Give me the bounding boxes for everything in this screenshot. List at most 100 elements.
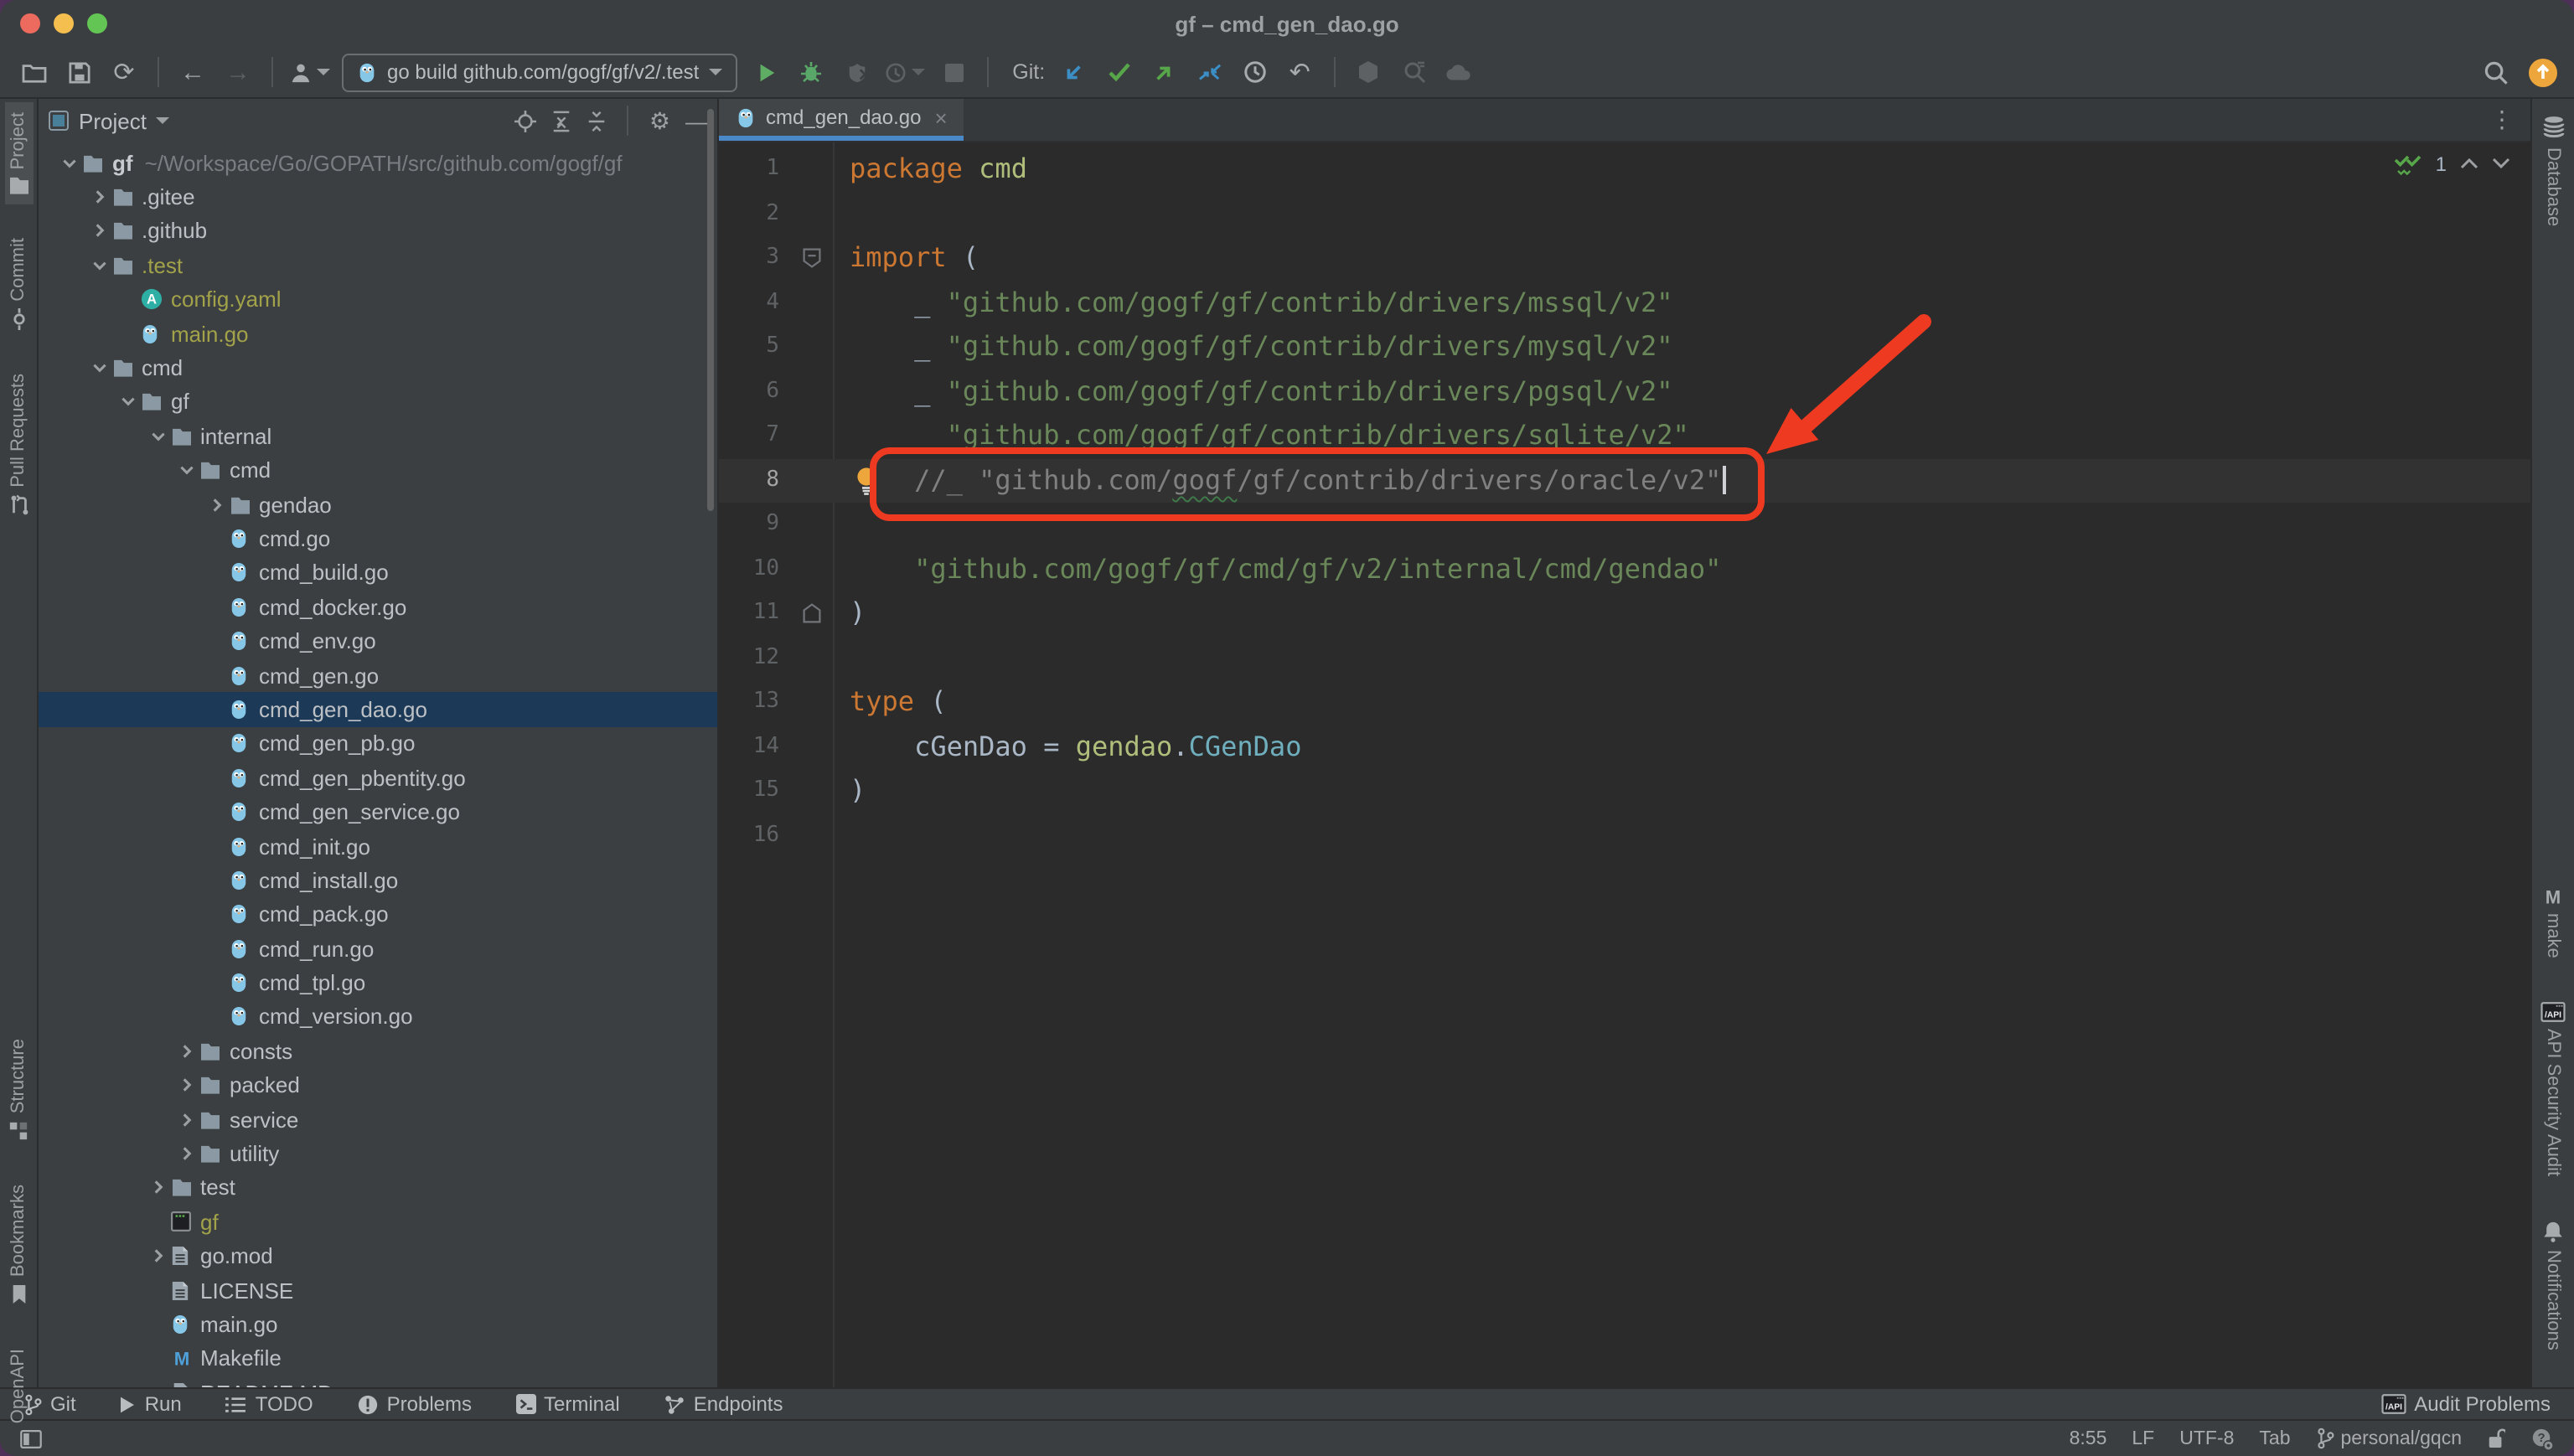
- code-line-7[interactable]: 7 _ "github.com/gogf/gf/contrib/drivers/…: [719, 414, 2530, 458]
- tool-window-button-todo[interactable]: TODO: [225, 1392, 313, 1416]
- line-number[interactable]: 10: [719, 547, 789, 591]
- line-number[interactable]: 1: [719, 147, 789, 192]
- tool-window-button-git[interactable]: Git: [23, 1392, 76, 1416]
- line-number[interactable]: 6: [719, 369, 789, 414]
- tree-item-cmd[interactable]: cmd: [39, 453, 717, 488]
- expand-all-icon[interactable]: [552, 110, 572, 132]
- unlock-icon[interactable]: [2487, 1428, 2505, 1449]
- tool-window-button-commit[interactable]: Commit: [4, 229, 33, 341]
- code-text[interactable]: cGenDao = gendao.CGenDao: [833, 725, 1301, 769]
- line-number[interactable]: 4: [719, 281, 789, 325]
- history-clock-icon[interactable]: [1238, 54, 1271, 90]
- tree-item-cmd_pack.go[interactable]: cmd_pack.go: [39, 897, 717, 932]
- git-merge-icon[interactable]: [1192, 54, 1226, 90]
- code-line-5[interactable]: 5 _ "github.com/gogf/gf/contrib/drivers/…: [719, 325, 2530, 369]
- tool-window-button-project[interactable]: Project: [4, 102, 33, 205]
- chevron-closed-icon[interactable]: [174, 1110, 199, 1128]
- chevron-closed-icon[interactable]: [145, 1179, 170, 1197]
- tree-item-.github[interactable]: .github: [39, 214, 717, 249]
- tool-window-button-structure[interactable]: Structure: [5, 1029, 32, 1150]
- next-problem-icon[interactable]: [2492, 157, 2510, 169]
- back-icon[interactable]: ←: [176, 54, 209, 90]
- chevron-open-icon[interactable]: [145, 427, 170, 446]
- tool-window-button-bookmarks[interactable]: Bookmarks: [5, 1174, 32, 1314]
- sync-icon[interactable]: ⟳: [107, 54, 141, 90]
- code-text[interactable]: [833, 813, 850, 858]
- file-encoding[interactable]: UTF-8: [2179, 1428, 2234, 1448]
- tree-item-test[interactable]: test: [39, 1170, 717, 1205]
- code-text[interactable]: _ "github.com/gogf/gf/contrib/drivers/pg…: [833, 369, 1673, 414]
- save-all-icon[interactable]: [62, 54, 96, 90]
- chevron-closed-icon[interactable]: [204, 495, 229, 514]
- tree-item-cmd_init.go[interactable]: cmd_init.go: [39, 829, 717, 864]
- close-tab-icon[interactable]: ×: [935, 105, 948, 130]
- code-text[interactable]: "github.com/gogf/gf/cmd/gf/v2/internal/c…: [833, 547, 1721, 591]
- code-text[interactable]: type (: [833, 680, 947, 725]
- tool-window-button-endpoints[interactable]: Endpoints: [664, 1392, 783, 1416]
- rollback-icon[interactable]: ↶: [1283, 54, 1316, 90]
- code-line-3[interactable]: 3import (: [719, 236, 2530, 281]
- chevron-closed-icon[interactable]: [145, 1247, 170, 1265]
- editor-tab-cmd_gen_dao[interactable]: cmd_gen_dao.go ×: [719, 99, 964, 141]
- tool-window-button-terminal[interactable]: Terminal: [515, 1392, 620, 1416]
- chevron-open-icon[interactable]: [57, 153, 82, 172]
- line-number[interactable]: 7: [719, 414, 789, 458]
- tree-item-readme.md[interactable]: MDREADME.MD: [39, 1376, 717, 1387]
- chevron-closed-icon[interactable]: [86, 222, 111, 240]
- code-text[interactable]: ): [833, 769, 866, 813]
- tree-item-main.go[interactable]: main.go: [39, 1308, 717, 1342]
- search-icon[interactable]: [2478, 54, 2512, 90]
- tree-item-cmd.go[interactable]: cmd.go: [39, 522, 717, 556]
- tree-item-cmd_version.go[interactable]: cmd_version.go: [39, 1000, 717, 1035]
- chevron-open-icon[interactable]: [86, 256, 111, 275]
- code-text[interactable]: [833, 192, 850, 236]
- tree-item-main.go[interactable]: main.go: [39, 317, 717, 351]
- line-number[interactable]: 5: [719, 325, 789, 369]
- window-layout-icon[interactable]: [20, 1428, 42, 1448]
- tool-window-button-problems[interactable]: Problems: [357, 1392, 472, 1416]
- forward-icon[interactable]: →: [221, 54, 255, 90]
- tree-item-cmd_gen_service.go[interactable]: cmd_gen_service.go: [39, 795, 717, 829]
- code-line-16[interactable]: 16: [719, 813, 2530, 858]
- caret-position[interactable]: 8:55: [2070, 1428, 2107, 1448]
- run-button[interactable]: [749, 54, 783, 90]
- code-line-12[interactable]: 12: [719, 636, 2530, 680]
- tree-item-go.mod[interactable]: go.mod: [39, 1239, 717, 1273]
- tree-item-cmd_install.go[interactable]: cmd_install.go: [39, 863, 717, 897]
- code-text[interactable]: _ "github.com/gogf/gf/contrib/drivers/ms…: [833, 281, 1673, 325]
- tree-item-packed[interactable]: packed: [39, 1068, 717, 1102]
- code-text[interactable]: ): [833, 591, 866, 636]
- line-number[interactable]: 15: [719, 769, 789, 813]
- tree-item-gendao[interactable]: gendao: [39, 488, 717, 522]
- chevron-closed-icon[interactable]: [174, 1144, 199, 1163]
- tree-item-cmd_gen_pb.go[interactable]: cmd_gen_pb.go: [39, 726, 717, 761]
- zoom-window-button[interactable]: [87, 13, 107, 34]
- line-number[interactable]: 13: [719, 680, 789, 725]
- tree-scrollbar[interactable]: [707, 109, 714, 511]
- gear-icon[interactable]: ⚙: [649, 106, 670, 135]
- code-area[interactable]: 1 package cmd 23import (4 _ "github.com/go…: [719, 142, 2530, 1387]
- code-editor[interactable]: 1 package cmd 23import (4 _ "github.com/go…: [719, 142, 2530, 1387]
- code-text[interactable]: package cmd: [833, 147, 1027, 192]
- tree-item-service[interactable]: service: [39, 1102, 717, 1137]
- code-line-15[interactable]: 15): [719, 769, 2530, 813]
- git-push-icon[interactable]: [1147, 54, 1181, 90]
- code-line-14[interactable]: 14 cGenDao = gendao.CGenDao: [719, 725, 2530, 769]
- locate-file-icon[interactable]: [515, 110, 537, 132]
- line-number[interactable]: 11: [719, 591, 789, 636]
- fold-marker-icon[interactable]: [789, 591, 833, 636]
- search-everywhere-dim-icon[interactable]: [1397, 54, 1430, 90]
- line-number[interactable]: 8: [719, 458, 789, 503]
- user-profile-icon[interactable]: [290, 54, 330, 90]
- tree-item-cmd_tpl.go[interactable]: cmd_tpl.go: [39, 966, 717, 1000]
- tree-item-cmd_run.go[interactable]: cmd_run.go: [39, 932, 717, 966]
- debug-button[interactable]: [794, 54, 828, 90]
- tree-item-cmd_gen.go[interactable]: cmd_gen.go: [39, 658, 717, 693]
- chevron-open-icon[interactable]: [174, 461, 199, 479]
- git-update-icon[interactable]: [1057, 54, 1090, 90]
- chevron-open-icon[interactable]: [86, 359, 111, 377]
- coverage-button[interactable]: [840, 54, 873, 90]
- line-number[interactable]: 2: [719, 192, 789, 236]
- run-configuration-select[interactable]: go build github.com/gogf/gf/v2/.test: [342, 53, 737, 91]
- code-line-2[interactable]: 2: [719, 192, 2530, 236]
